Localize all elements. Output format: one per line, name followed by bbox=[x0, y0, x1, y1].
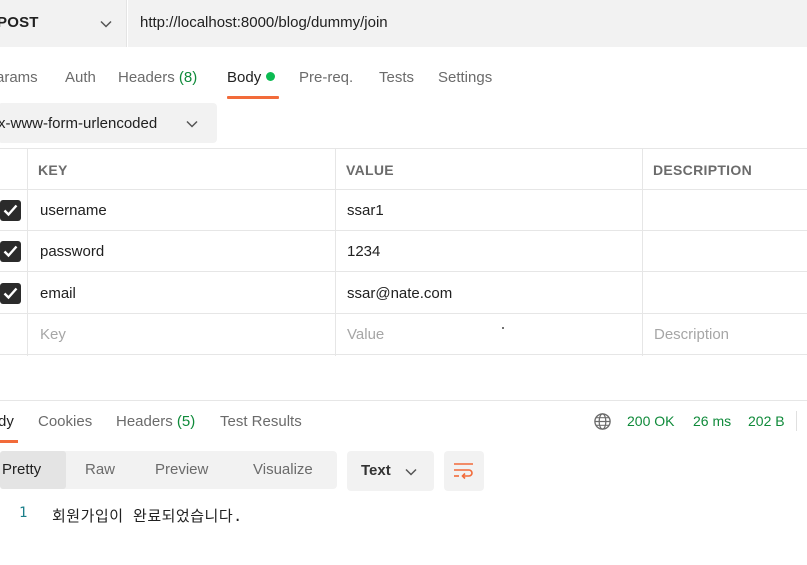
checkmark-icon bbox=[3, 204, 18, 217]
table-row: password 1234 bbox=[0, 231, 807, 272]
response-tab-test-results[interactable]: Test Results bbox=[220, 413, 302, 430]
format-label: Text bbox=[361, 462, 391, 479]
request-tabs: arams Auth Headers (8) Body Pre-req. Tes… bbox=[0, 56, 807, 100]
row-key[interactable]: email bbox=[40, 285, 76, 302]
format-select[interactable]: Text bbox=[347, 451, 434, 491]
tab-params[interactable]: arams bbox=[0, 69, 38, 86]
description-placeholder[interactable]: Description bbox=[654, 326, 729, 343]
line-number: 1 bbox=[19, 505, 28, 521]
url-input[interactable]: http://localhost:8000/blog/dummy/join bbox=[128, 0, 807, 47]
row-value[interactable]: ssar1 bbox=[347, 202, 384, 219]
chevron-down-icon bbox=[405, 468, 417, 476]
row-checkbox[interactable] bbox=[0, 241, 21, 262]
row-key[interactable]: username bbox=[40, 202, 107, 219]
globe-icon[interactable] bbox=[593, 412, 612, 431]
response-tab-headers[interactable]: Headers (5) bbox=[116, 413, 195, 430]
status-code[interactable]: 200 OK bbox=[627, 413, 674, 429]
checkmark-icon bbox=[3, 245, 18, 258]
response-tab-body[interactable]: dy bbox=[0, 413, 14, 430]
key-placeholder[interactable]: Key bbox=[40, 326, 66, 343]
table-header-row: KEY VALUE DESCRIPTION bbox=[0, 149, 807, 190]
active-tab-underline bbox=[227, 96, 279, 99]
header-value: VALUE bbox=[346, 162, 394, 178]
cursor-dot bbox=[502, 327, 504, 329]
method-select[interactable]: POST bbox=[0, 0, 127, 47]
divider bbox=[796, 411, 797, 431]
tab-tests[interactable]: Tests bbox=[379, 69, 414, 86]
row-checkbox[interactable] bbox=[0, 200, 21, 221]
tab-settings[interactable]: Settings bbox=[438, 69, 492, 86]
table-row: email ssar@nate.com bbox=[0, 273, 807, 314]
response-time[interactable]: 26 ms bbox=[693, 413, 731, 429]
active-response-tab-underline bbox=[0, 440, 18, 443]
table-row: username ssar1 bbox=[0, 190, 807, 231]
tab-body[interactable]: Body bbox=[227, 69, 276, 86]
response-tab-headers-label: Headers bbox=[116, 413, 173, 430]
wrap-lines-icon bbox=[454, 463, 473, 480]
value-placeholder[interactable]: Value bbox=[347, 326, 384, 343]
tab-headers-label: Headers bbox=[118, 69, 175, 86]
view-mode-pretty[interactable]: Pretty bbox=[2, 461, 41, 478]
chevron-down-icon bbox=[100, 20, 112, 28]
view-mode-raw[interactable]: Raw bbox=[85, 461, 115, 478]
url-bar: POST http://localhost:8000/blog/dummy/jo… bbox=[0, 0, 807, 47]
row-value[interactable]: ssar@nate.com bbox=[347, 285, 452, 302]
header-key: KEY bbox=[38, 162, 68, 178]
tab-auth[interactable]: Auth bbox=[65, 69, 96, 86]
tab-headers-count: (8) bbox=[178, 69, 198, 86]
tab-headers[interactable]: Headers (8) bbox=[118, 69, 197, 86]
tab-body-label: Body bbox=[227, 69, 262, 86]
wrap-lines-button[interactable] bbox=[444, 451, 484, 491]
body-type-label: x-www-form-urlencoded bbox=[0, 115, 158, 132]
body-type-select[interactable]: x-www-form-urlencoded bbox=[0, 103, 217, 143]
response-body-text[interactable]: 회원가입이 완료되었습니다. bbox=[52, 505, 243, 526]
row-key[interactable]: password bbox=[40, 243, 104, 260]
view-mode-preview[interactable]: Preview bbox=[155, 461, 208, 478]
header-description: DESCRIPTION bbox=[653, 162, 752, 178]
tab-pre-request[interactable]: Pre-req. bbox=[299, 69, 353, 86]
body-active-dot-icon bbox=[266, 72, 276, 81]
response-size[interactable]: 202 B bbox=[748, 413, 785, 429]
view-mode-segmented: Pretty Raw Preview Visualize bbox=[0, 451, 337, 489]
row-value[interactable]: 1234 bbox=[347, 243, 380, 260]
table-row-new: Key Value Description bbox=[0, 314, 807, 355]
response-tabs: dy Cookies Headers (5) Test Results 200 … bbox=[0, 400, 807, 443]
response-tab-headers-count: (5) bbox=[176, 413, 196, 430]
chevron-down-icon bbox=[186, 120, 198, 128]
params-table: KEY VALUE DESCRIPTION username ssar1 pas… bbox=[0, 148, 807, 356]
row-checkbox[interactable] bbox=[0, 283, 21, 304]
checkmark-icon bbox=[3, 287, 18, 300]
method-label: POST bbox=[0, 14, 39, 31]
url-text: http://localhost:8000/blog/dummy/join bbox=[140, 14, 388, 31]
view-mode-visualize[interactable]: Visualize bbox=[253, 461, 313, 478]
response-tab-cookies[interactable]: Cookies bbox=[38, 413, 92, 430]
